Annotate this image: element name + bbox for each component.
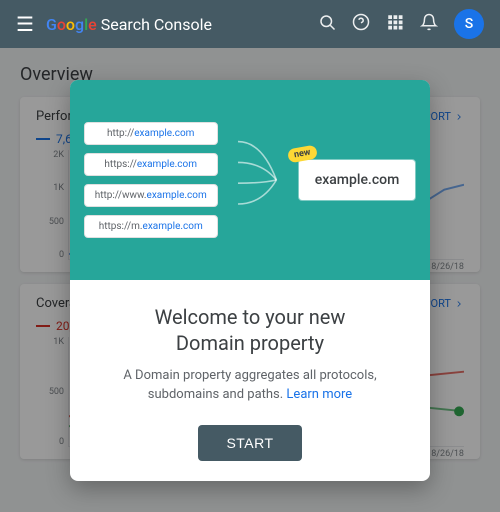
start-button[interactable]: START [198,425,301,461]
modal-title: Welcome to your newDomain property [98,304,402,356]
avatar[interactable]: S [454,9,484,39]
hamburger-icon[interactable]: ☰ [16,12,34,36]
domain-result: new example.com [298,159,417,201]
domain-box: example.com [298,159,417,201]
modal-illustration: http://example.com https://example.com h… [70,80,430,280]
app-logo: Google Search Console [46,15,212,34]
url-item-www: http://www.example.com [84,184,218,207]
main-page: Overview Performance EXPORT 7,613 to 2K … [0,48,500,512]
modal-body: Welcome to your newDomain property A Dom… [70,280,430,481]
grid-icon[interactable] [386,13,404,36]
url-item-https: https://example.com [84,153,218,176]
bell-icon[interactable] [420,13,438,36]
top-navbar: ☰ Google Search Console [0,0,500,48]
url-item-mobile: https://m.example.com [84,215,218,238]
learn-more-link[interactable]: Learn more [286,387,352,402]
app-name: Search Console [101,15,212,34]
google-wordmark: Google [46,15,97,34]
url-list: http://example.com https://example.com h… [84,122,218,238]
domain-property-modal: http://example.com https://example.com h… [70,80,430,481]
url-item-http: http://example.com [84,122,218,145]
help-icon[interactable] [352,13,370,36]
nav-icons: S [318,9,484,39]
converging-arrows [238,125,278,235]
modal-overlay: http://example.com https://example.com h… [0,48,500,512]
modal-description: A Domain property aggregates all protoco… [98,366,402,405]
search-icon[interactable] [318,13,336,36]
